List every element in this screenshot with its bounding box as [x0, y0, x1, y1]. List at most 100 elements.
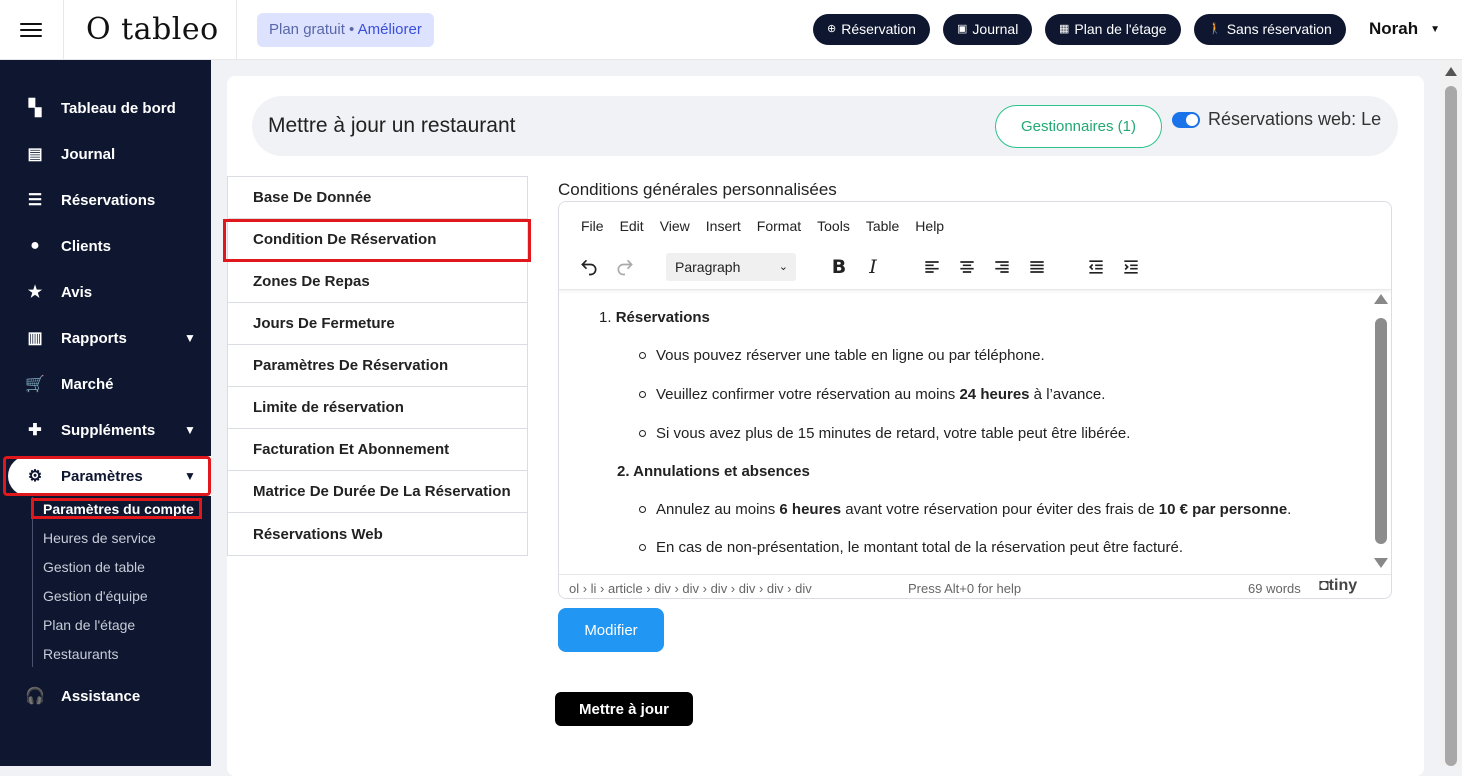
align-justify-icon[interactable] [1023, 254, 1051, 280]
editor-toolbar: Paragraph ⌄ B I [559, 244, 1391, 290]
button-label: Réservation [841, 21, 916, 37]
scroll-thumb[interactable] [1375, 318, 1387, 544]
user-icon: ● [30, 237, 40, 254]
web-reservations-toggle[interactable] [1172, 112, 1200, 128]
upgrade-link[interactable]: Améliorer [358, 21, 422, 38]
menu-item-reservation-limit[interactable]: Limite de réservation [228, 387, 527, 429]
tiny-logo[interactable]: ◘tiny [1319, 577, 1357, 595]
section-1-title: Réservations [615, 309, 710, 326]
tiny-logo-icon: ◘ [1319, 577, 1329, 594]
bullet-icon [639, 430, 646, 437]
menu-edit[interactable]: Edit [620, 218, 644, 234]
submenu-service-hours[interactable]: Heures de service [43, 530, 156, 546]
align-right-icon[interactable] [988, 254, 1016, 280]
editor-scrollbar[interactable] [1374, 294, 1388, 570]
sidebar-item-reports[interactable]: ▥ Rapports ▼ [0, 318, 211, 358]
italic-icon[interactable]: I [859, 254, 887, 280]
sidebar-item-market[interactable]: 🛒 Marché [0, 364, 211, 404]
text-run: . [1287, 501, 1292, 518]
editor-statusbar: ol › li › article › div › div › div › di… [559, 574, 1391, 598]
sidebar-item-reservations[interactable]: ☰ Réservations [0, 180, 211, 220]
journal-icon: ▣ [957, 23, 968, 35]
menu-file[interactable]: File [581, 218, 604, 234]
sidebar-item-label: Suppléments [61, 421, 156, 439]
page-title: Mettre à jour un restaurant [268, 114, 516, 137]
redo-icon[interactable] [611, 254, 639, 280]
submenu-restaurants[interactable]: Restaurants [43, 646, 118, 662]
editor-menubar: File Edit View Insert Format Tools Table… [581, 218, 944, 234]
text-run-bold: 6 heures [779, 501, 842, 518]
menu-item-reservation-settings[interactable]: Paramètres De Réservation [228, 345, 527, 387]
modify-button[interactable]: Modifier [558, 608, 664, 652]
bullet-icon [639, 391, 646, 398]
logo[interactable]: O tableo [86, 12, 219, 47]
chevron-down-icon: ⌄ [778, 261, 788, 273]
list-item: Annulez au moins 6 heures avant votre ré… [656, 501, 1291, 518]
sidebar-item-dashboard[interactable]: ▚ Tableau de bord [0, 88, 211, 128]
align-center-icon[interactable] [953, 254, 981, 280]
user-name: Norah [1369, 19, 1419, 38]
sidebar-item-reviews[interactable]: ★ Avis [0, 272, 211, 312]
floor-plan-button[interactable]: ▦ Plan de l'étage [1045, 14, 1181, 45]
element-path[interactable]: ol › li › article › div › div › div › di… [569, 581, 812, 596]
indent-icon[interactable] [1117, 254, 1145, 280]
menu-item-web-reservations[interactable]: Réservations Web [228, 513, 527, 555]
divider [236, 0, 237, 60]
scroll-up-icon[interactable] [1374, 294, 1388, 304]
menu-table[interactable]: Table [866, 218, 899, 234]
list-icon: ☰ [27, 192, 43, 209]
menu-item-duration-matrix[interactable]: Matrice De Durée De La Réservation [228, 471, 527, 513]
block-format-select[interactable]: Paragraph ⌄ [666, 253, 796, 281]
user-menu[interactable]: Norah ▼ [1369, 19, 1440, 39]
editor-title: Conditions générales personnalisées [558, 180, 837, 199]
caret-down-icon: ▼ [1430, 23, 1441, 35]
editor-content[interactable]: 1. Réservations Vous pouvez réserver une… [559, 292, 1371, 574]
web-reservations-label: Réservations web: Le [1208, 109, 1382, 129]
undo-icon[interactable] [575, 254, 603, 280]
menu-item-dining-zones[interactable]: Zones De Repas [228, 261, 527, 303]
menu-item-closing-days[interactable]: Jours De Fermeture [228, 303, 527, 345]
sidebar-item-clients[interactable]: ● Clients [0, 226, 211, 266]
button-label: Plan de l'étage [1074, 21, 1167, 37]
sidebar-item-label: Tableau de bord [61, 99, 176, 117]
menu-item-billing[interactable]: Facturation Et Abonnement [228, 429, 527, 471]
dashboard-icon: ▚ [28, 100, 42, 117]
puzzle-icon: ✚ [28, 422, 42, 439]
new-reservation-button[interactable]: ⊕ Réservation [813, 14, 930, 45]
sidebar-item-addons[interactable]: ✚ Suppléments ▼ [0, 410, 211, 450]
sidebar-item-support[interactable]: 🎧 Assistance [0, 676, 211, 716]
submenu-floor-plan[interactable]: Plan de l'étage [43, 617, 135, 633]
word-count[interactable]: 69 words [1248, 581, 1301, 596]
menu-tools[interactable]: Tools [817, 218, 850, 234]
divider [63, 0, 64, 60]
menu-item-database[interactable]: Base De Donnée [228, 177, 527, 219]
journal-button[interactable]: ▣ Journal [943, 14, 1033, 45]
list-item: Si vous avez plus de 15 minutes de retar… [656, 425, 1131, 442]
update-button[interactable]: Mettre à jour [555, 692, 693, 726]
sidebar-item-journal[interactable]: ▤ Journal [0, 134, 211, 174]
walk-in-icon: 🚶 [1208, 23, 1222, 35]
align-left-icon[interactable] [918, 254, 946, 280]
scroll-up-icon[interactable] [1445, 67, 1457, 76]
plan-badge[interactable]: Plan gratuit • Améliorer [257, 13, 434, 47]
outdent-icon[interactable] [1082, 254, 1110, 280]
menu-view[interactable]: View [660, 218, 690, 234]
button-label: Journal [972, 21, 1019, 37]
scroll-thumb[interactable] [1445, 86, 1457, 766]
help-hint: Press Alt+0 for help [908, 581, 1022, 596]
walk-in-button[interactable]: 🚶 Sans réservation [1194, 14, 1346, 45]
menu-format[interactable]: Format [757, 218, 801, 234]
list-item: Veuillez confirmer votre réservation au … [656, 386, 1105, 403]
menu-help[interactable]: Help [915, 218, 944, 234]
menu-icon[interactable] [20, 19, 42, 39]
scroll-down-icon[interactable] [1374, 558, 1388, 568]
sidebar-item-label: Journal [61, 145, 116, 163]
managers-button[interactable]: Gestionnaires (1) [995, 105, 1162, 148]
bullet-icon [639, 544, 646, 551]
block-format-value: Paragraph [675, 259, 741, 275]
menu-insert[interactable]: Insert [706, 218, 741, 234]
submenu-team-management[interactable]: Gestion d'équipe [43, 588, 148, 604]
bold-icon[interactable]: B [825, 254, 853, 280]
page-scrollbar[interactable] [1440, 60, 1462, 766]
submenu-table-management[interactable]: Gestion de table [43, 559, 145, 575]
